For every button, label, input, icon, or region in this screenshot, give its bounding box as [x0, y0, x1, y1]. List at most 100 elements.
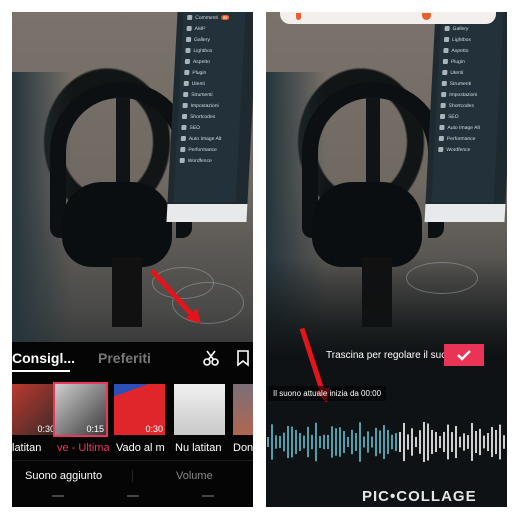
toolbar-record-icon[interactable] — [422, 13, 431, 20]
wordpress-menu: AMPGalleryLightboxAspettoPluginUtentiStr… — [431, 12, 504, 202]
wp-menu-item: Impostazioni — [178, 100, 241, 111]
track-duration: 0:15 — [86, 424, 104, 434]
audio-waveform[interactable] — [266, 417, 507, 467]
track-carousel[interactable]: 0:30 0:15 0:30 latitan ve - Ultima Vado … — [12, 382, 253, 464]
active-tab-indicator — [12, 370, 70, 372]
track-title[interactable]: latitan — [12, 442, 52, 454]
notification-badge: 99 — [220, 15, 230, 20]
taskbar — [424, 204, 506, 222]
track-thumbnail[interactable]: 0:30 — [114, 384, 165, 435]
menu-item-label: Performance — [446, 135, 476, 142]
wp-menu-item: Plugin — [180, 67, 243, 78]
nav-recent-icon[interactable] — [52, 495, 64, 501]
wordpress-menu: Commenti 99 AMP Gallery Lightbox Aspetto Plugi… — [173, 12, 246, 202]
wp-menu-item: Utenti — [179, 78, 242, 89]
bookmark-icon[interactable] — [234, 349, 252, 367]
track-thumbnail[interactable] — [174, 384, 225, 435]
volume-tab[interactable]: Volume — [176, 470, 213, 482]
sound-tabs: Consigl... Preferiti — [12, 342, 253, 374]
menu-item-label: SEO — [189, 124, 201, 131]
menu-item-icon — [444, 26, 450, 31]
menu-item-label: Gallery — [193, 36, 211, 43]
track-thumbnail[interactable]: 0:30 — [12, 384, 57, 435]
menu-item-label: Shortcodes — [189, 113, 216, 120]
menu-item-icon — [182, 103, 188, 108]
menu-item-label: Impostazioni — [449, 91, 478, 98]
menu-item-label: Impostazioni — [190, 102, 219, 109]
added-sound-tab[interactable]: Suono aggiunto — [25, 470, 102, 482]
wp-menu-item: SEO — [177, 122, 240, 133]
checkmark-icon — [457, 350, 471, 361]
menu-item-icon — [184, 59, 191, 64]
menu-item-label: Strumenti — [191, 91, 213, 98]
drag-hint-text: Trascina per regolare il suono — [326, 350, 458, 361]
monitor: AMPGalleryLightboxAspettoPluginUtentiStr… — [424, 12, 507, 222]
wp-menu-item: Aspetto — [439, 45, 502, 56]
track-title-selected[interactable]: ve - Ultima — [57, 442, 109, 454]
cable — [406, 262, 478, 294]
wp-menu-item: Commenti 99 — [183, 12, 246, 23]
wp-menu-item: Plugin — [439, 56, 502, 67]
menu-item-icon — [186, 26, 192, 31]
menu-item-icon — [440, 103, 446, 108]
wp-menu-item: SEO — [436, 111, 499, 122]
menu-item-label: Wordfence — [446, 146, 471, 153]
desk — [266, 257, 507, 507]
menu-item-icon — [443, 37, 450, 42]
toolbar-icon[interactable] — [296, 13, 301, 20]
watermark: PIC•COLLAGE — [362, 488, 477, 505]
track-title[interactable]: Vado al m — [116, 442, 170, 454]
top-toolbar — [280, 12, 496, 24]
wp-menu-item: Shortcodes — [436, 100, 499, 111]
track-duration: 0:30 — [145, 424, 163, 434]
wp-menu-item: Utenti — [438, 67, 501, 78]
menu-item-icon — [442, 59, 449, 64]
wp-menu-item: Aspetto — [181, 56, 244, 67]
track-duration: 0:30 — [37, 424, 55, 434]
menu-item-label: Auto Image Alt — [188, 135, 222, 142]
track-title[interactable]: Don — [233, 442, 253, 454]
wp-menu-item: AMP — [182, 23, 245, 34]
nav-back-icon[interactable] — [202, 495, 214, 501]
menu-item-icon — [443, 48, 449, 53]
wp-menu-item: Gallery — [440, 23, 503, 34]
track-title[interactable]: Nu latitan — [175, 442, 229, 454]
wp-menu-item: Performance — [176, 144, 239, 155]
wp-menu-item: Performance — [435, 133, 498, 144]
wp-menu-item: Lightbox — [181, 45, 244, 56]
wp-menu-item: Strumenti — [437, 78, 500, 89]
headphone-earcup — [62, 182, 172, 267]
menu-item-icon — [181, 114, 188, 119]
track-thumbnail-selected[interactable]: 0:15 — [53, 382, 108, 437]
menu-item-icon — [185, 48, 191, 53]
wp-menu-item: Auto Image Alt — [177, 133, 240, 144]
wp-menu-item: Wordfence — [175, 155, 238, 166]
menu-item-label: Aspetto — [192, 58, 211, 65]
wp-menu-item: Wordfence — [434, 144, 497, 155]
menu-item-label: Plugin — [192, 69, 207, 76]
track-thumbnail[interactable] — [233, 384, 253, 435]
menu-item-icon — [180, 136, 187, 141]
menu-item-icon — [185, 37, 192, 42]
menu-item-icon — [183, 81, 189, 86]
menu-item-icon — [179, 158, 185, 163]
tab-favorites[interactable]: Preferiti — [98, 350, 151, 366]
menu-item-label: Performance — [188, 146, 218, 153]
menu-item-label: Gallery — [452, 25, 469, 32]
taskbar — [166, 204, 248, 222]
menu-item-icon — [439, 125, 445, 130]
confirm-button[interactable] — [444, 344, 484, 366]
nav-home-icon[interactable] — [127, 495, 139, 501]
tab-recommended[interactable]: Consigl... — [12, 350, 75, 366]
menu-item-icon — [441, 92, 447, 97]
wp-menu-item: Gallery — [182, 34, 245, 45]
menu-item-icon — [184, 70, 190, 75]
wp-menu-item: Auto Image Alt — [435, 122, 498, 133]
stand-base — [112, 257, 142, 327]
menu-item-icon — [181, 125, 187, 130]
wp-menu-item: Impostazioni — [437, 89, 500, 100]
menu-item-label: Plugin — [450, 58, 465, 65]
sound-picker-sheet: Consigl... Preferiti 0:30 0:15 0:30 lati… — [12, 342, 253, 507]
menu-item-label: Auto Image Alt — [447, 124, 481, 131]
scissors-icon[interactable] — [202, 349, 220, 367]
